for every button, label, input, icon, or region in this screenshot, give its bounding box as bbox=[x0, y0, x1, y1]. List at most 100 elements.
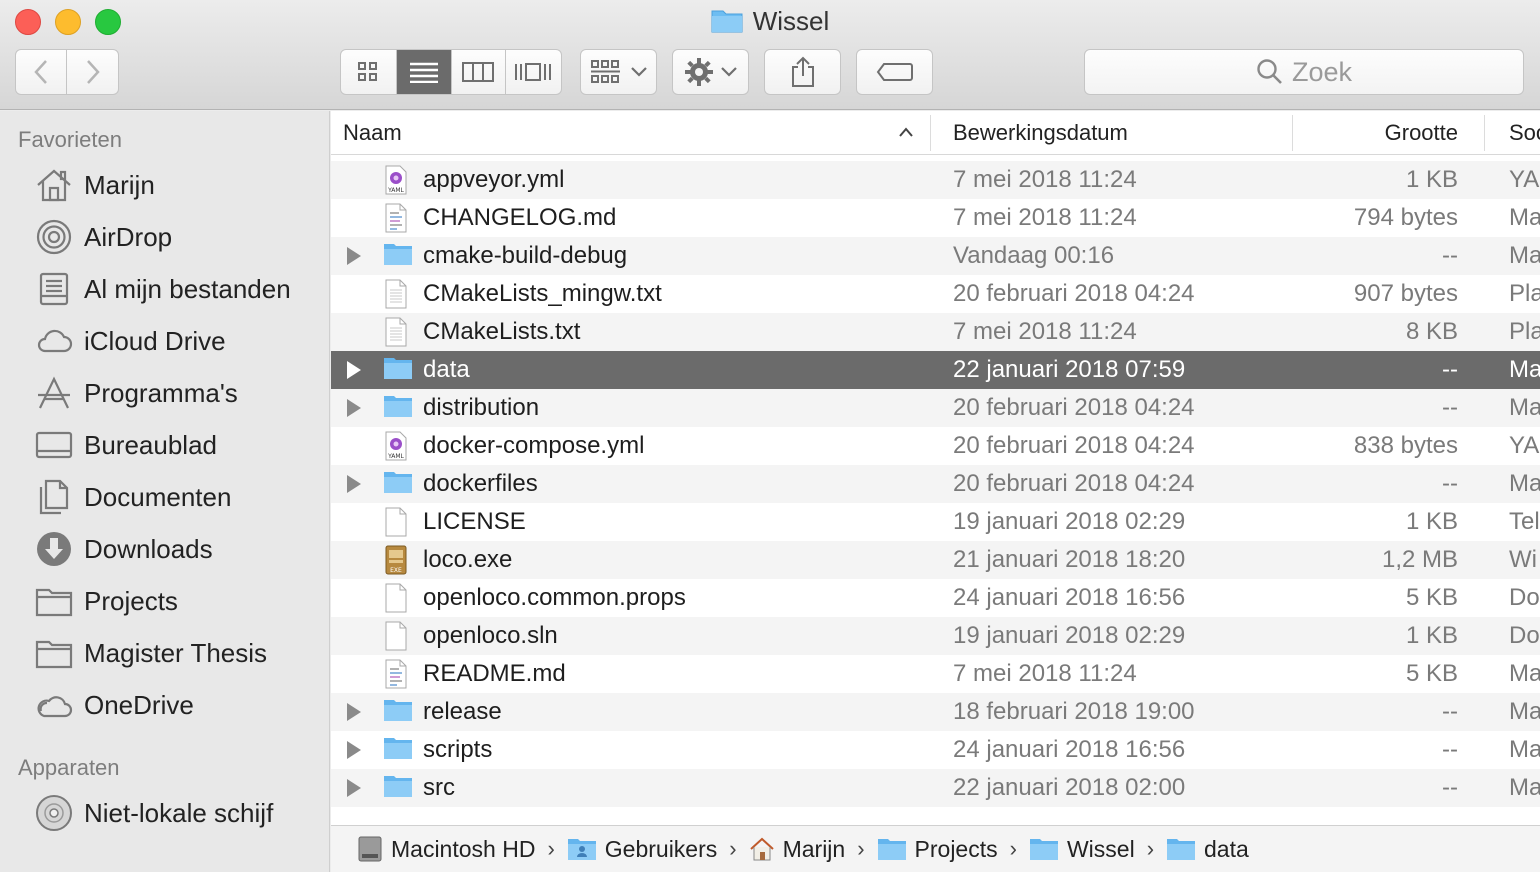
back-button[interactable] bbox=[16, 50, 68, 94]
file-row[interactable]: openloco.common.props 24 januari 2018 16:… bbox=[331, 579, 1540, 617]
sort-ascending-icon bbox=[899, 127, 913, 137]
file-kind: YA bbox=[1509, 166, 1540, 193]
svg-text:YAML: YAML bbox=[387, 453, 404, 460]
home-icon bbox=[749, 837, 775, 861]
file-row[interactable]: YAML appveyor.yml 7 mei 2018 11:24 1 KB YA bbox=[331, 161, 1540, 199]
file-row[interactable]: distribution 20 februari 2018 04:24 -- Ma bbox=[331, 389, 1540, 427]
folder-icon bbox=[877, 837, 907, 861]
group-by-button[interactable] bbox=[580, 49, 657, 95]
file-kind: Ma bbox=[1509, 242, 1540, 269]
file-row[interactable]: README.md 7 mei 2018 11:24 5 KB Ma bbox=[331, 655, 1540, 693]
sidebar-item-documents[interactable]: Documenten bbox=[0, 475, 329, 519]
tags-button[interactable] bbox=[856, 49, 933, 95]
file-row[interactable]: CMakeLists.txt 7 mei 2018 11:24 8 KB Pla bbox=[331, 313, 1540, 351]
disclosure-triangle-icon[interactable] bbox=[347, 247, 361, 265]
svg-text:EXE: EXE bbox=[390, 567, 402, 574]
folder-icon bbox=[1029, 837, 1059, 861]
users-folder-icon bbox=[567, 837, 597, 861]
downloads-icon bbox=[34, 529, 74, 569]
disclosure-triangle-icon[interactable] bbox=[347, 703, 361, 721]
coverflow-view-button[interactable] bbox=[506, 50, 561, 94]
file-row[interactable]: openloco.sln 19 januari 2018 02:29 1 KB Do bbox=[331, 617, 1540, 655]
file-row[interactable]: src 22 januari 2018 02:00 -- Ma bbox=[331, 769, 1540, 807]
file-row[interactable]: CHANGELOG.md 7 mei 2018 11:24 794 bytes Ma bbox=[331, 199, 1540, 237]
file-row[interactable]: data 22 januari 2018 07:59 -- Ma bbox=[331, 351, 1540, 389]
share-button[interactable] bbox=[764, 49, 841, 95]
sidebar-item-remote-disc[interactable]: Niet-lokale schijf bbox=[0, 791, 329, 835]
column-header-name[interactable]: Naam bbox=[343, 120, 402, 146]
sidebar-item-all-files[interactable]: Al mijn bestanden bbox=[0, 267, 329, 311]
path-crumb[interactable]: Wissel bbox=[1029, 836, 1135, 863]
document-icon bbox=[383, 621, 413, 651]
icon-view-icon bbox=[358, 62, 378, 81]
sidebar-item-icloud-drive[interactable]: iCloud Drive bbox=[0, 319, 329, 363]
path-crumb[interactable]: Marijn bbox=[749, 835, 846, 863]
path-crumb[interactable]: Macintosh HD bbox=[357, 835, 535, 863]
sidebar-item-magister-thesis[interactable]: Magister Thesis bbox=[0, 631, 329, 675]
folder-icon bbox=[383, 393, 413, 423]
file-size: 1 KB bbox=[1405, 166, 1458, 193]
tag-icon bbox=[876, 63, 913, 81]
folder-icon bbox=[34, 633, 74, 673]
path-crumb[interactable]: Gebruikers bbox=[567, 836, 717, 863]
disclosure-triangle-icon[interactable] bbox=[347, 361, 361, 379]
file-row[interactable]: YAML docker-compose.yml 20 februari 2018 0… bbox=[331, 427, 1540, 465]
list-view-button[interactable] bbox=[396, 50, 452, 94]
column-view-button[interactable] bbox=[452, 50, 506, 94]
file-size: -- bbox=[1442, 736, 1458, 763]
file-size: 1 KB bbox=[1405, 508, 1458, 535]
file-row[interactable]: dockerfiles 20 februari 2018 04:24 -- Ma bbox=[331, 465, 1540, 503]
file-row[interactable]: release 18 februari 2018 19:00 -- Ma bbox=[331, 693, 1540, 731]
column-view-icon bbox=[462, 62, 495, 82]
file-date: 20 februari 2018 04:24 bbox=[953, 432, 1195, 459]
disclosure-triangle-icon[interactable] bbox=[347, 399, 361, 417]
file-row[interactable]: scripts 24 januari 2018 16:56 -- Ma bbox=[331, 731, 1540, 769]
sidebar-item-desktop[interactable]: Bureaublad bbox=[0, 423, 329, 467]
column-header-kind[interactable]: Soo bbox=[1509, 120, 1540, 146]
sidebar-item-marijn[interactable]: Marijn bbox=[0, 163, 329, 207]
forward-button[interactable] bbox=[67, 50, 118, 94]
disclosure-triangle-icon[interactable] bbox=[347, 779, 361, 797]
file-kind: Do bbox=[1509, 622, 1540, 649]
action-menu-button[interactable] bbox=[672, 49, 749, 95]
column-header-date[interactable]: Bewerkingsdatum bbox=[953, 120, 1128, 146]
file-date: 7 mei 2018 11:24 bbox=[953, 166, 1137, 193]
sidebar-item-onedrive[interactable]: OneDrive bbox=[0, 683, 329, 727]
file-date: 7 mei 2018 11:24 bbox=[953, 204, 1137, 231]
file-date: 7 mei 2018 11:24 bbox=[953, 318, 1137, 345]
file-kind: Ma bbox=[1509, 204, 1540, 231]
all-files-icon bbox=[34, 269, 74, 309]
sidebar-item-applications[interactable]: Programma's bbox=[0, 371, 329, 415]
file-name: openloco.common.props bbox=[423, 584, 686, 611]
file-size: -- bbox=[1442, 394, 1458, 421]
file-size: 838 bytes bbox=[1353, 432, 1458, 459]
search-field[interactable]: Zoek bbox=[1084, 49, 1524, 95]
file-row[interactable]: EXE loco.exe 21 januari 2018 18:20 1,2 MB Wi bbox=[331, 541, 1540, 579]
file-kind: YA bbox=[1509, 432, 1540, 459]
file-row[interactable]: CMakeLists_mingw.txt 20 februari 2018 04:… bbox=[331, 275, 1540, 313]
icon-view-button[interactable] bbox=[341, 50, 397, 94]
path-crumb-label: Marijn bbox=[782, 835, 846, 862]
path-crumb[interactable]: Projects bbox=[877, 836, 998, 863]
folder-icon bbox=[383, 697, 413, 727]
folder-icon bbox=[383, 241, 413, 271]
file-row[interactable]: cmake-build-debug Vandaag 00:16 -- Ma bbox=[331, 237, 1540, 275]
file-kind: Ma bbox=[1509, 470, 1540, 497]
chevron-right-icon: › bbox=[547, 836, 555, 861]
sidebar-item-downloads[interactable]: Downloads bbox=[0, 527, 329, 571]
exe-file-icon: EXE bbox=[383, 545, 413, 575]
sidebar-item-projects[interactable]: Projects bbox=[0, 579, 329, 623]
file-kind: Pla bbox=[1509, 318, 1540, 345]
file-row[interactable]: LICENSE 19 januari 2018 02:29 1 KB Tel bbox=[331, 503, 1540, 541]
column-header-size[interactable]: Grootte bbox=[1385, 120, 1458, 146]
yaml-file-icon: YAML bbox=[383, 165, 413, 195]
coverflow-view-icon bbox=[515, 63, 552, 81]
path-crumb[interactable]: data bbox=[1166, 836, 1249, 863]
file-name: CHANGELOG.md bbox=[423, 204, 617, 231]
disclosure-triangle-icon[interactable] bbox=[347, 475, 361, 493]
sidebar-item-airdrop[interactable]: AirDrop bbox=[0, 215, 329, 259]
file-name: CMakeLists.txt bbox=[423, 318, 581, 345]
disclosure-triangle-icon[interactable] bbox=[347, 741, 361, 759]
file-kind: Wi bbox=[1509, 546, 1537, 573]
file-size: 794 bytes bbox=[1353, 204, 1458, 231]
